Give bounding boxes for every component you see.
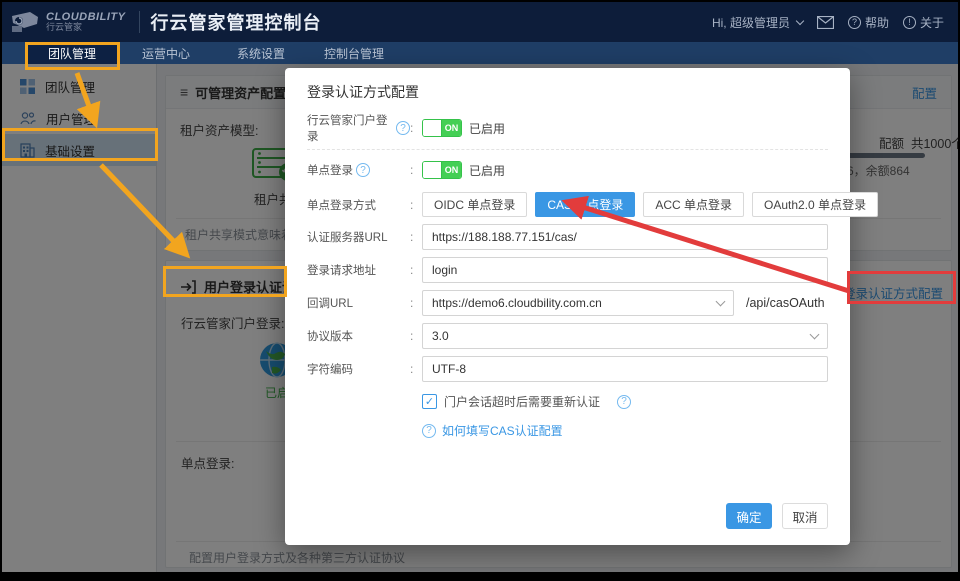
callback-url-row: 回调URL : https://demo6.cloudbility.com.cn… bbox=[307, 290, 828, 316]
user-greeting: Hi, 超级管理员 bbox=[712, 14, 790, 31]
protocol-version-select[interactable]: 3.0 bbox=[422, 323, 828, 349]
server-url-label: 认证服务器URL bbox=[307, 229, 388, 245]
about-label: 关于 bbox=[920, 14, 944, 31]
cancel-button[interactable]: 取消 bbox=[782, 503, 828, 529]
cas-help-row: ? 如何填写CAS认证配置 bbox=[307, 422, 828, 439]
chevron-down-icon bbox=[716, 297, 726, 307]
protocol-version-value: 3.0 bbox=[432, 329, 449, 343]
login-path-row: 登录请求地址 : bbox=[307, 257, 828, 283]
sso-toggle-status: 已启用 bbox=[469, 162, 505, 179]
tab-system-settings[interactable]: 系统设置 bbox=[229, 42, 293, 64]
login-auth-config-modal: 登录认证方式配置 行云管家门户登录 ? : ON 已启用 单点登录 ? bbox=[285, 68, 850, 545]
help-circle-icon: ? bbox=[848, 16, 861, 29]
chevron-down-icon bbox=[810, 330, 820, 340]
tab-console-management[interactable]: 控制台管理 bbox=[316, 42, 392, 64]
callback-url-value: https://demo6.cloudbility.com.cn bbox=[432, 296, 602, 310]
protocol-version-label: 协议版本 bbox=[307, 328, 353, 344]
tab-operations-center[interactable]: 运营中心 bbox=[134, 42, 198, 64]
protocol-version-row: 协议版本 : 3.0 bbox=[307, 323, 828, 349]
brand-subname: 行云管家 bbox=[46, 23, 125, 32]
sso-type-label: 单点登录方式 bbox=[307, 197, 376, 213]
user-menu[interactable]: Hi, 超级管理员 bbox=[712, 14, 803, 31]
toggle-knob bbox=[423, 162, 442, 178]
portal-login-toggle[interactable]: ON bbox=[422, 119, 462, 137]
login-path-label: 登录请求地址 bbox=[307, 262, 376, 278]
toggle-on-label: ON bbox=[442, 120, 461, 136]
modal-title: 登录认证方式配置 bbox=[307, 82, 828, 102]
charset-row: 字符编码 : bbox=[307, 356, 828, 382]
help-label: 帮助 bbox=[865, 14, 889, 31]
tab-team-management[interactable]: 团队管理 bbox=[26, 42, 118, 64]
page-title: 行云管家管理控制台 bbox=[150, 9, 321, 35]
sso-row: 单点登录 ? : ON 已启用 bbox=[307, 160, 828, 180]
login-path-input[interactable] bbox=[422, 257, 828, 283]
mail-icon bbox=[817, 16, 834, 29]
sso-type-cas-button[interactable]: CAS 单点登录 bbox=[535, 192, 635, 217]
messages-button[interactable] bbox=[817, 16, 834, 29]
help-button[interactable]: ? 帮助 bbox=[848, 14, 889, 31]
header-divider bbox=[139, 11, 140, 33]
help-circle-icon[interactable]: ? bbox=[356, 163, 370, 177]
logo: CLOUDBILITY 行云管家 bbox=[10, 10, 125, 34]
toggle-knob bbox=[423, 120, 442, 136]
confirm-button[interactable]: 确定 bbox=[726, 503, 772, 529]
sso-type-oidc-button[interactable]: OIDC 单点登录 bbox=[422, 192, 527, 217]
portal-login-row: 行云管家门户登录 ? : ON 已启用 bbox=[307, 118, 828, 138]
sso-toggle-label: 单点登录 bbox=[307, 162, 353, 178]
info-circle-icon: ! bbox=[903, 16, 916, 29]
reauth-checkbox[interactable]: ✓ bbox=[422, 394, 437, 409]
server-url-input[interactable] bbox=[422, 224, 828, 250]
portal-toggle-label: 行云管家门户登录 bbox=[307, 112, 393, 144]
top-header: CLOUDBILITY 行云管家 行云管家管理控制台 Hi, 超级管理员 ? 帮… bbox=[2, 2, 958, 42]
section-divider bbox=[307, 149, 828, 150]
question-circle-icon: ? bbox=[422, 424, 436, 438]
sso-type-oauth2-button[interactable]: OAuth2.0 单点登录 bbox=[752, 192, 878, 217]
callback-url-label: 回调URL bbox=[307, 295, 353, 311]
cloudbility-logo-icon bbox=[10, 10, 40, 34]
about-button[interactable]: ! 关于 bbox=[903, 14, 944, 31]
reauth-checkbox-label: 门户会话超时后需要重新认证 bbox=[444, 393, 600, 410]
callback-url-select[interactable]: https://demo6.cloudbility.com.cn bbox=[422, 290, 734, 316]
charset-input[interactable] bbox=[422, 356, 828, 382]
reauth-checkbox-row: ✓ 门户会话超时后需要重新认证 ? bbox=[307, 393, 828, 410]
server-url-row: 认证服务器URL : bbox=[307, 224, 828, 250]
sso-toggle[interactable]: ON bbox=[422, 161, 462, 179]
help-circle-icon[interactable]: ? bbox=[396, 121, 410, 135]
sso-type-row: 单点登录方式 : OIDC 单点登录 CAS 单点登录 ACC 单点登录 OAu… bbox=[307, 192, 828, 217]
chevron-down-icon bbox=[796, 16, 804, 24]
sso-type-acc-button[interactable]: ACC 单点登录 bbox=[643, 192, 744, 217]
cas-help-link[interactable]: 如何填写CAS认证配置 bbox=[442, 422, 563, 439]
help-circle-icon[interactable]: ? bbox=[617, 395, 631, 409]
main-nav: 团队管理 运营中心 系统设置 控制台管理 bbox=[2, 42, 958, 64]
portal-toggle-status: 已启用 bbox=[469, 120, 505, 137]
toggle-on-label: ON bbox=[442, 162, 461, 178]
application-window: CLOUDBILITY 行云管家 行云管家管理控制台 Hi, 超级管理员 ? 帮… bbox=[2, 2, 958, 572]
charset-label: 字符编码 bbox=[307, 361, 353, 377]
callback-url-suffix: /api/casOAuth bbox=[746, 296, 825, 310]
